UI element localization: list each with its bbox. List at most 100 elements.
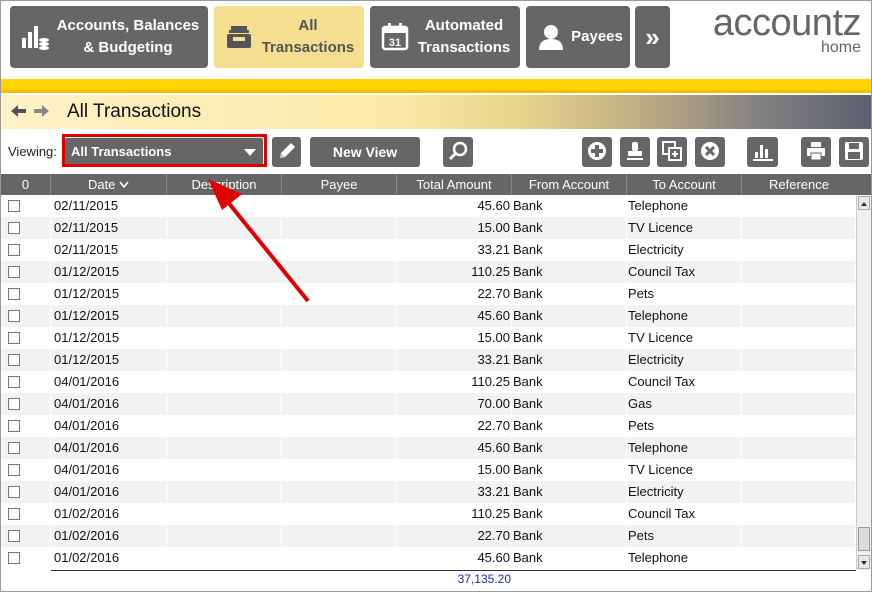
cell-description [167, 481, 282, 503]
cell-description [167, 305, 282, 327]
cell-description [167, 283, 282, 305]
row-checkbox[interactable] [8, 222, 20, 234]
search-button[interactable] [443, 137, 473, 167]
back-arrow-icon[interactable] [11, 104, 27, 123]
add-button[interactable] [582, 137, 612, 167]
cell-total-amount: 45.60 [397, 305, 512, 327]
col-header-date[interactable]: Date [51, 174, 167, 195]
new-view-label: New View [332, 144, 398, 160]
row-checkbox[interactable] [8, 420, 20, 432]
cell-description [167, 503, 282, 525]
cell-select [1, 195, 51, 217]
table-row[interactable]: 01/12/2015 22.70 Bank Pets [1, 283, 856, 305]
nav-accounts-button[interactable]: Accounts, Balances & Budgeting [10, 6, 208, 68]
cell-payee [282, 349, 397, 371]
row-checkbox[interactable] [8, 552, 20, 564]
inbox-tray-icon [222, 20, 256, 54]
col-header-date-label: Date [87, 177, 116, 192]
cell-total-amount: 33.21 [397, 481, 512, 503]
col-header-from-account[interactable]: From Account [512, 174, 627, 195]
row-checkbox[interactable] [8, 354, 20, 366]
col-header-description[interactable]: Description [167, 174, 282, 195]
highlight-box [62, 134, 267, 167]
table-row[interactable]: 02/11/2015 33.21 Bank Electricity [1, 239, 856, 261]
row-checkbox[interactable] [8, 508, 20, 520]
row-checkbox[interactable] [8, 310, 20, 322]
cell-from-account: Bank [512, 283, 627, 305]
cell-select [1, 283, 51, 305]
cell-description [167, 239, 282, 261]
table-row[interactable]: 04/01/2016 110.25 Bank Council Tax [1, 371, 856, 393]
table-row[interactable]: 04/01/2016 22.70 Bank Pets [1, 415, 856, 437]
table-row[interactable]: 04/01/2016 70.00 Bank Gas [1, 393, 856, 415]
table-row[interactable]: 02/11/2015 45.60 Bank Telephone [1, 195, 856, 217]
col-header-reference[interactable]: Reference [742, 174, 856, 195]
cell-to-account: Gas [627, 393, 742, 415]
table-row[interactable]: 02/11/2015 15.00 Bank TV Licence [1, 217, 856, 239]
cell-reference [742, 327, 856, 349]
row-checkbox[interactable] [8, 200, 20, 212]
table-row[interactable]: 01/02/2016 45.60 Bank Telephone [1, 547, 856, 569]
chart-button[interactable] [747, 137, 778, 167]
row-checkbox[interactable] [8, 530, 20, 542]
row-checkbox[interactable] [8, 398, 20, 410]
duplicate-button[interactable] [657, 137, 687, 167]
chevron-down-icon [119, 177, 129, 192]
forward-arrow-icon[interactable] [33, 104, 49, 123]
cell-payee [282, 415, 397, 437]
save-icon [843, 140, 865, 165]
cell-reference [742, 415, 856, 437]
cell-to-account: TV Licence [627, 459, 742, 481]
col-header-total-amount[interactable]: Total Amount [397, 174, 512, 195]
cell-date: 01/02/2016 [51, 547, 167, 569]
row-checkbox[interactable] [8, 486, 20, 498]
save-button[interactable] [839, 137, 869, 167]
table-row[interactable]: 01/12/2015 15.00 Bank TV Licence [1, 327, 856, 349]
table-row[interactable]: 01/12/2015 33.21 Bank Electricity [1, 349, 856, 371]
nav-payees-label: Payees [571, 28, 623, 45]
row-checkbox[interactable] [8, 376, 20, 388]
row-checkbox[interactable] [8, 244, 20, 256]
table-row[interactable]: 01/12/2015 110.25 Bank Council Tax [1, 261, 856, 283]
cell-date: 01/02/2016 [51, 503, 167, 525]
col-header-count[interactable]: 0 [1, 174, 51, 195]
edit-view-button[interactable] [272, 137, 301, 167]
cell-from-account: Bank [512, 327, 627, 349]
new-view-button[interactable]: New View [310, 137, 420, 167]
table-row[interactable]: 01/02/2016 110.25 Bank Council Tax [1, 503, 856, 525]
table-row[interactable]: 01/02/2016 22.70 Bank Pets [1, 525, 856, 547]
table-row[interactable]: 04/01/2016 33.21 Bank Electricity [1, 481, 856, 503]
nav-automated-transactions-label: Automated Transactions [417, 17, 511, 56]
col-header-to-account[interactable]: To Account [627, 174, 742, 195]
print-button[interactable] [801, 137, 831, 167]
scroll-up-icon[interactable] [858, 196, 870, 210]
table-row[interactable]: 01/12/2015 45.60 Bank Telephone [1, 305, 856, 327]
stamp-button[interactable] [620, 137, 650, 167]
scroll-thumb[interactable] [858, 527, 870, 551]
nav-more-button[interactable]: » [635, 6, 670, 68]
cell-from-account: Bank [512, 261, 627, 283]
nav-payees-button[interactable]: Payees [526, 6, 630, 68]
vertical-scrollbar[interactable] [856, 195, 871, 570]
cell-payee [282, 393, 397, 415]
row-checkbox[interactable] [8, 442, 20, 454]
row-checkbox[interactable] [8, 266, 20, 278]
cell-to-account: Electricity [627, 481, 742, 503]
col-header-payee[interactable]: Payee [282, 174, 397, 195]
cell-from-account: Bank [512, 437, 627, 459]
table-row[interactable]: 04/01/2016 45.60 Bank Telephone [1, 437, 856, 459]
delete-button[interactable] [695, 137, 725, 167]
row-checkbox[interactable] [8, 464, 20, 476]
nav-all-transactions-button[interactable]: All Transactions [214, 6, 364, 68]
cell-from-account: Bank [512, 547, 627, 569]
print-icon [805, 140, 827, 165]
cell-total-amount: 110.25 [397, 261, 512, 283]
cell-date: 02/11/2015 [51, 195, 167, 217]
cell-date: 01/12/2015 [51, 349, 167, 371]
table-row[interactable]: 04/01/2016 15.00 Bank TV Licence [1, 459, 856, 481]
nav-automated-transactions-button[interactable]: 31 Automated Transactions [370, 6, 520, 68]
page-title: All Transactions [67, 101, 202, 122]
row-checkbox[interactable] [8, 288, 20, 300]
row-checkbox[interactable] [8, 332, 20, 344]
scroll-down-icon[interactable] [858, 555, 870, 569]
